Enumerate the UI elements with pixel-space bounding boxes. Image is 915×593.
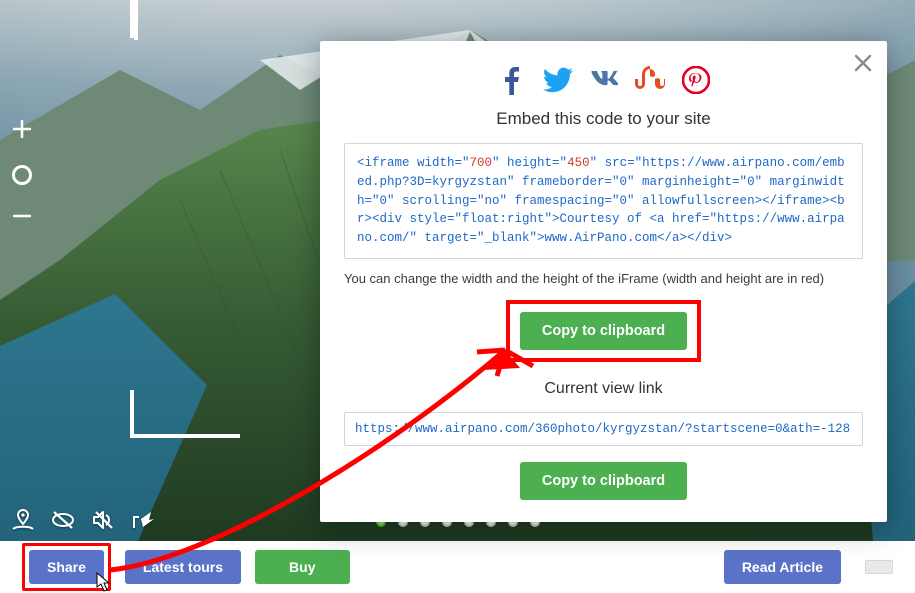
zoom-out-icon[interactable]	[11, 207, 33, 230]
app-stage: Embed this code to your site <iframe wid…	[0, 0, 915, 593]
close-icon[interactable]	[849, 49, 877, 77]
code-mid: " height="	[492, 156, 567, 170]
vk-icon[interactable]	[589, 65, 619, 95]
zoom-in-icon[interactable]	[11, 120, 33, 143]
current-view-label: Current view link	[344, 380, 863, 398]
social-row	[344, 65, 863, 95]
crop-corner-bottom	[130, 390, 170, 430]
latest-tours-button[interactable]: Latest tours	[125, 550, 241, 584]
read-article-button[interactable]: Read Article	[724, 550, 841, 584]
pinterest-icon[interactable]	[681, 65, 711, 95]
share-modal: Embed this code to your site <iframe wid…	[320, 41, 887, 522]
sound-off-icon[interactable]	[90, 509, 116, 531]
iframe-hint: You can change the width and the height …	[344, 271, 863, 286]
twitter-icon[interactable]	[543, 65, 573, 95]
scroll-stub	[865, 560, 893, 574]
zoom-slider[interactable]	[10, 120, 34, 230]
buy-button[interactable]: Buy	[255, 550, 349, 584]
embed-code-box[interactable]: <iframe width="700" height="450" src="ht…	[344, 143, 863, 259]
annotation-highlight-copy: Copy to clipboard	[506, 300, 701, 362]
bottom-bar: Share Latest tours Buy Read Article	[0, 541, 915, 593]
pano-toolbar	[10, 509, 156, 531]
copy-embed-button[interactable]: Copy to clipboard	[520, 312, 687, 350]
annotation-highlight-share: Share	[22, 543, 111, 591]
zoom-knob[interactable]	[12, 165, 32, 185]
map-pin-icon[interactable]	[10, 509, 36, 531]
crop-corner-top	[130, 0, 170, 38]
facebook-icon[interactable]	[497, 65, 527, 95]
autorotate-off-icon[interactable]	[50, 509, 76, 531]
current-view-link-input[interactable]	[344, 412, 863, 446]
modal-title: Embed this code to your site	[344, 109, 863, 129]
copy-link-button[interactable]: Copy to clipboard	[520, 462, 687, 500]
stumbleupon-icon[interactable]	[635, 65, 665, 95]
code-width: 700	[470, 156, 493, 170]
code-height: 450	[567, 156, 590, 170]
share-button[interactable]: Share	[29, 550, 104, 584]
code-pre: <iframe width="	[357, 156, 470, 170]
share-arrow-icon[interactable]	[130, 509, 156, 531]
